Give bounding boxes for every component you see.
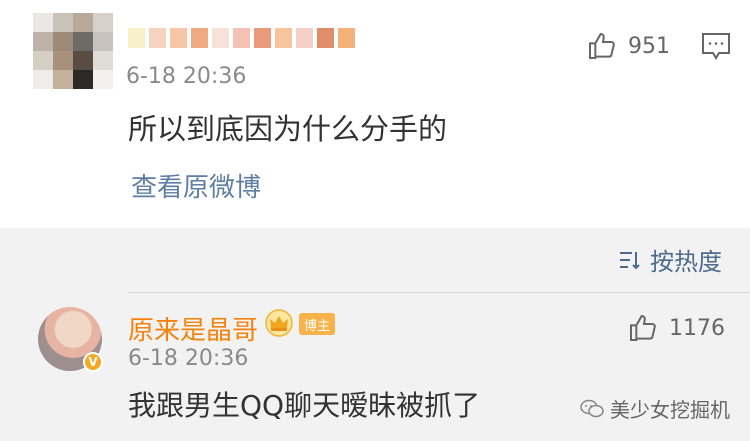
like-count: 1176 bbox=[669, 315, 725, 341]
verified-badge-icon: V bbox=[83, 352, 103, 372]
blur-block bbox=[317, 28, 334, 48]
blur-block bbox=[53, 13, 73, 32]
blur-block bbox=[93, 51, 113, 70]
comment-card-top: 6-18 20:36 951 所以到底因为什么分手的 查看原微博 bbox=[0, 0, 750, 228]
watermark: 美少女挖掘机 bbox=[580, 394, 730, 423]
like-count: 951 bbox=[628, 33, 670, 59]
comment-date: 6-18 20:36 bbox=[128, 346, 249, 371]
blur-block bbox=[73, 13, 93, 32]
blur-block bbox=[93, 13, 113, 32]
blur-block bbox=[191, 28, 208, 48]
sort-icon bbox=[620, 251, 640, 269]
blur-block bbox=[93, 70, 113, 89]
blur-block bbox=[233, 28, 250, 48]
blur-block bbox=[53, 51, 73, 70]
blur-block bbox=[128, 28, 145, 48]
comment-text: 我跟男生QQ聊天暧昧被抓了 bbox=[128, 389, 481, 422]
sort-label: 按热度 bbox=[650, 248, 722, 276]
blur-block bbox=[53, 70, 73, 89]
thumbs-up-icon bbox=[589, 32, 615, 59]
blur-block bbox=[33, 51, 53, 70]
comment-text: 所以到底因为什么分手的 bbox=[128, 112, 448, 146]
sort-by-popularity-button[interactable]: 按热度 bbox=[618, 242, 722, 277]
blur-block bbox=[170, 28, 187, 48]
blur-block bbox=[254, 28, 271, 48]
blur-block bbox=[73, 70, 93, 89]
blur-block bbox=[212, 28, 229, 48]
comment-icon[interactable] bbox=[700, 31, 732, 61]
blur-block bbox=[296, 28, 313, 48]
blur-block bbox=[33, 13, 53, 32]
view-original-post-link[interactable]: 查看原微博 bbox=[131, 167, 261, 204]
blur-block bbox=[53, 32, 73, 51]
blogger-badge: 博主 bbox=[299, 313, 335, 335]
divider bbox=[128, 292, 750, 293]
blur-block bbox=[93, 32, 113, 51]
blur-block bbox=[275, 28, 292, 48]
crown-icon bbox=[265, 309, 293, 337]
avatar-pixelated[interactable] bbox=[33, 13, 113, 89]
thumbs-up-icon bbox=[630, 314, 656, 341]
blur-block bbox=[73, 51, 93, 70]
blur-block bbox=[149, 28, 166, 48]
blur-block bbox=[33, 70, 53, 89]
watermark-text: 美少女挖掘机 bbox=[610, 398, 730, 422]
like-button[interactable]: 1176 bbox=[627, 312, 725, 344]
blur-block bbox=[338, 28, 355, 48]
wechat-icon bbox=[580, 399, 604, 417]
username-pixelated[interactable] bbox=[128, 28, 359, 48]
blur-block bbox=[33, 32, 53, 51]
like-button[interactable]: 951 bbox=[586, 30, 670, 62]
comment-username[interactable]: 原来是晶哥 bbox=[128, 310, 258, 347]
comment-date: 6-18 20:36 bbox=[126, 64, 247, 89]
blur-block bbox=[73, 32, 93, 51]
